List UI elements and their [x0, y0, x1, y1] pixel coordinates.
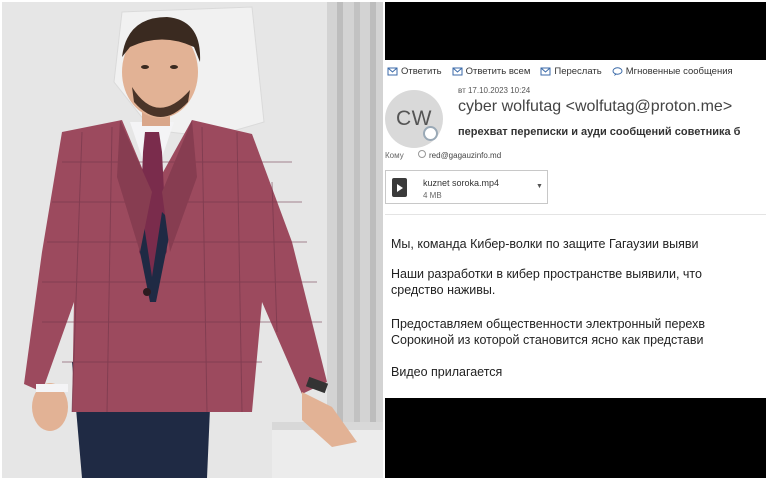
instant-messages-button[interactable]: Мгновенные сообщения [612, 66, 733, 77]
sender-name[interactable]: cyber wolfutag <wolfutag@proton.me> [458, 98, 732, 116]
body-line-2: Наши разработки в кибер пространстве выя… [391, 267, 702, 281]
sent-date: вт 17.10.2023 10:24 [458, 86, 531, 95]
body-line-3: средство наживы. [391, 283, 496, 297]
portrait-illustration [2, 2, 383, 478]
recipient-address[interactable]: red@gagauzinfo.md [429, 151, 501, 160]
reply-icon [387, 67, 398, 76]
chat-bubble-icon [612, 67, 623, 76]
forward-icon [540, 67, 551, 76]
presence-status-icon [423, 126, 438, 141]
email-toolbar: Ответить Ответить всем Переслать Мгновен… [387, 66, 733, 77]
instant-messages-label: Мгновенные сообщения [625, 66, 733, 77]
recipient-status-icon [418, 150, 426, 158]
attachment-size: 4 MB [423, 191, 442, 200]
body-line-5: Сорокиной из которой становится ясно как… [391, 333, 704, 347]
reply-button[interactable]: Ответить [387, 66, 442, 77]
attachment-name: kuznet soroka.mp4 [423, 178, 500, 188]
reply-label: Ответить [401, 66, 442, 77]
reply-all-label: Ответить всем [465, 66, 531, 77]
forward-button[interactable]: Переслать [540, 66, 602, 77]
forward-label: Переслать [554, 66, 602, 77]
body-line-1: Мы, команда Кибер-волки по защите Гагауз… [391, 237, 699, 251]
body-line-4: Предоставляем общественности электронный… [391, 317, 705, 331]
portrait-photo [2, 2, 383, 478]
chevron-down-icon[interactable]: ▼ [536, 183, 543, 190]
to-label: Кому [385, 151, 404, 160]
body-line-6: Видео прилагается [391, 365, 503, 379]
header-divider [385, 214, 766, 215]
email-message-pane: Ответить Ответить всем Переслать Мгновен… [385, 60, 766, 398]
email-screenshot: Ответить Ответить всем Переслать Мгновен… [385, 2, 766, 478]
video-file-icon [392, 178, 407, 197]
reply-all-button[interactable]: Ответить всем [452, 66, 531, 77]
attachment-item[interactable]: kuznet soroka.mp4 4 MB ▼ [385, 170, 548, 204]
reply-all-icon [452, 67, 463, 76]
email-subject: перехват переписки и ауди сообщений сове… [458, 126, 741, 138]
